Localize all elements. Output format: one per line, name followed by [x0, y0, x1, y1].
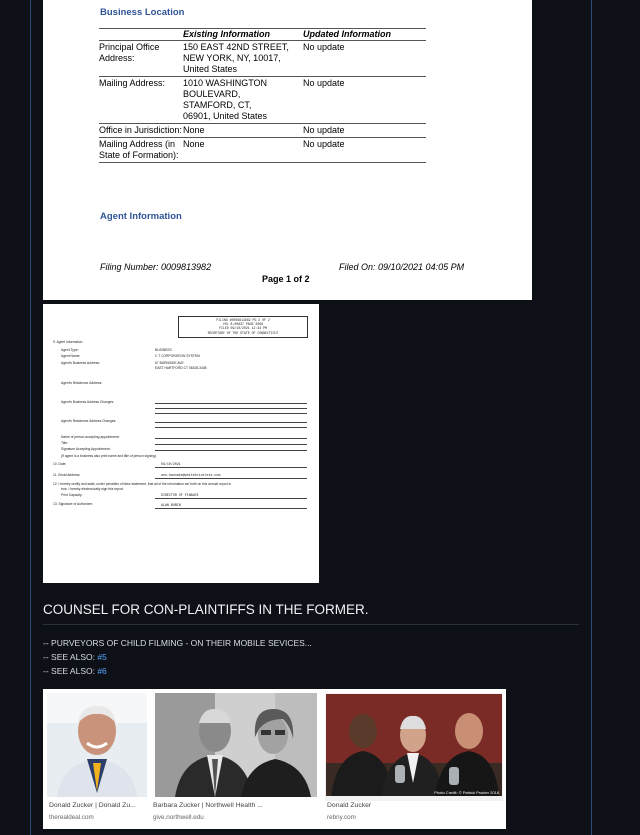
- filing-stamp-box: FILING #0009813982 PG 2 OF 2 VOL B-00837…: [178, 316, 308, 338]
- image-result-title: Donald Zucker | Donald Zu...: [49, 802, 136, 809]
- row-existing: None: [183, 123, 303, 138]
- image-result-title: Barbara Zucker | Northwell Health ...: [153, 802, 263, 809]
- row-label: Mailing Address:: [99, 76, 183, 124]
- agent-business-address-2: EAST HARTFORD CT 06108-3408: [155, 366, 207, 370]
- column-header-existing: Existing Information: [183, 28, 303, 41]
- portrait-photo-1: [47, 693, 147, 797]
- image-result-card[interactable]: Donald Zucker | Donald Zu... therealdeal…: [43, 689, 151, 829]
- agent-type-label: Agent Type:: [61, 348, 79, 352]
- image-results-strip: Donald Zucker | Donald Zu... therealdeal…: [43, 689, 506, 829]
- print-capacity-label: Print Capacity:: [61, 493, 83, 497]
- stamp-line: SECRETARY OF THE STATE OF CONNECTICUT: [207, 330, 279, 335]
- image-result-source: give.northwell.edu: [153, 814, 204, 821]
- column-header-updated: Updated Information: [303, 28, 426, 41]
- table-row: Mailing Address: 1010 WASHINGTON BOULEVA…: [99, 76, 426, 124]
- agent-name-label: Agent Name:: [61, 354, 81, 358]
- title-label: Title:: [61, 441, 69, 445]
- date-value: 09/10/2021: [161, 462, 181, 466]
- agent-name-value: C T CORPORATION SYSTEM: [155, 354, 200, 358]
- agent-business-address-label: Agent's Business Address:: [61, 361, 100, 365]
- see-also-line-2: -- SEE ALSO: #6: [43, 666, 107, 676]
- heading-divider: [43, 624, 579, 625]
- form-rule: [155, 427, 307, 428]
- table-row: Mailing Address (in State of Formation):…: [99, 137, 426, 163]
- see-also-link-6[interactable]: #6: [97, 666, 106, 676]
- row-existing: 150 EAST 42ND STREET, NEW YORK, NY, 1001…: [183, 40, 303, 77]
- see-also-link-5[interactable]: #5: [97, 652, 106, 662]
- row-updated: No update: [303, 137, 426, 163]
- table-row: Office in Jurisdiction: None No update: [99, 123, 426, 138]
- see-also-prefix: -- SEE ALSO:: [43, 666, 98, 676]
- business-location-heading: Business Location: [100, 7, 185, 18]
- filing-document-page-2[interactable]: FILING #0009813982 PG 2 OF 2 VOL B-00837…: [43, 304, 319, 583]
- page-indicator: Page 1 of 2: [262, 274, 310, 284]
- group-photo-3: Photo Credit: © Patrick Procter 2018: [325, 693, 503, 801]
- print-capacity-value: DIRECTOR OF FINANCE: [161, 493, 199, 497]
- business-location-table: Existing Information Updated Information…: [99, 28, 426, 163]
- if-agent-note: (If agent is a business also print name …: [61, 454, 157, 458]
- filing-document-page-1[interactable]: Business Location Existing Information U…: [43, 0, 532, 300]
- date-label: 10. Date:: [53, 462, 67, 466]
- row-existing: None: [183, 137, 303, 163]
- form-rule: [155, 478, 307, 479]
- email-value: ann.bannake@whitebriceless.com: [161, 473, 221, 477]
- row-label: Office in Jurisdiction:: [99, 123, 183, 138]
- see-also-prefix: -- SEE ALSO:: [43, 652, 98, 662]
- form-rule: [155, 408, 307, 409]
- business-address-changes-label: Agent's Business Address Changes:: [61, 400, 115, 404]
- table-row: Principal Office Address: 150 EAST 42ND …: [99, 40, 426, 77]
- accepting-name-label: Name of person accepting appointment:: [61, 435, 120, 439]
- image-result-source: rebny.com: [327, 814, 356, 821]
- agent-residence-address-label: Agent's Residence Address:: [61, 381, 103, 385]
- form-rule: [155, 438, 307, 439]
- agent-type-value: BUSINESS: [155, 348, 172, 352]
- form-rule: [155, 508, 307, 509]
- agent-business-address-1: 67 BURNSIDE AVE: [155, 361, 184, 365]
- signature-accepting-label: Signature Accepting Appointment:: [61, 447, 111, 451]
- signature-authorizer-value: ALAN BOBIN: [161, 503, 181, 507]
- photo-credit: Photo Credit: © Patrick Procter 2018: [434, 790, 500, 795]
- certification-line-2: true. I hereby electronically sign this …: [61, 487, 124, 491]
- signature-authorizer-label: 13. Signature of Authorizer:: [53, 502, 93, 506]
- column-header-blank: [99, 28, 183, 41]
- image-result-source: therealdeal.com: [49, 814, 94, 821]
- section-9-label: 9. Agent Information: [53, 340, 83, 344]
- certification-line-1: 12. I hereby certify and state, under pe…: [53, 482, 231, 486]
- form-rule: [155, 498, 307, 499]
- image-result-title: Donald Zucker: [327, 802, 372, 809]
- email-label: 11. Email Address:: [53, 473, 81, 477]
- row-existing: 1010 WASHINGTON BOULEVARD, STAMFORD, CT,…: [183, 76, 303, 124]
- row-updated: No update: [303, 123, 426, 138]
- row-updated: No update: [303, 40, 426, 77]
- row-label: Principal Office Address:: [99, 40, 183, 77]
- post-line-1: -- PURVEYORS OF CHILD FILMING - ON THEIR…: [43, 638, 312, 648]
- portrait-photo-2: [155, 693, 317, 797]
- filed-on: Filed On: 09/10/2021 04:05 PM: [339, 262, 465, 272]
- form-rule: [155, 422, 307, 423]
- see-also-line-1: -- SEE ALSO: #5: [43, 652, 107, 662]
- agent-information-heading: Agent Information: [100, 211, 182, 222]
- residence-address-changes-label: Agent's Residence Address Changes:: [61, 419, 117, 423]
- form-rule: [155, 450, 307, 451]
- form-rule: [155, 403, 307, 404]
- form-rule: [155, 444, 307, 445]
- filing-number: Filing Number: 0009813982: [100, 262, 212, 272]
- image-result-card[interactable]: Photo Credit: © Patrick Procter 2018 Don…: [321, 689, 506, 829]
- post-heading: COUNSEL FOR CON-PLAINTIFFS IN THE FORMER…: [43, 602, 369, 617]
- row-label: Mailing Address (in State of Formation):: [99, 137, 183, 163]
- row-updated: No update: [303, 76, 426, 124]
- form-rule: [155, 413, 307, 414]
- image-result-card[interactable]: Barbara Zucker | Northwell Health ... gi…: [151, 689, 321, 829]
- form-rule: [155, 467, 307, 468]
